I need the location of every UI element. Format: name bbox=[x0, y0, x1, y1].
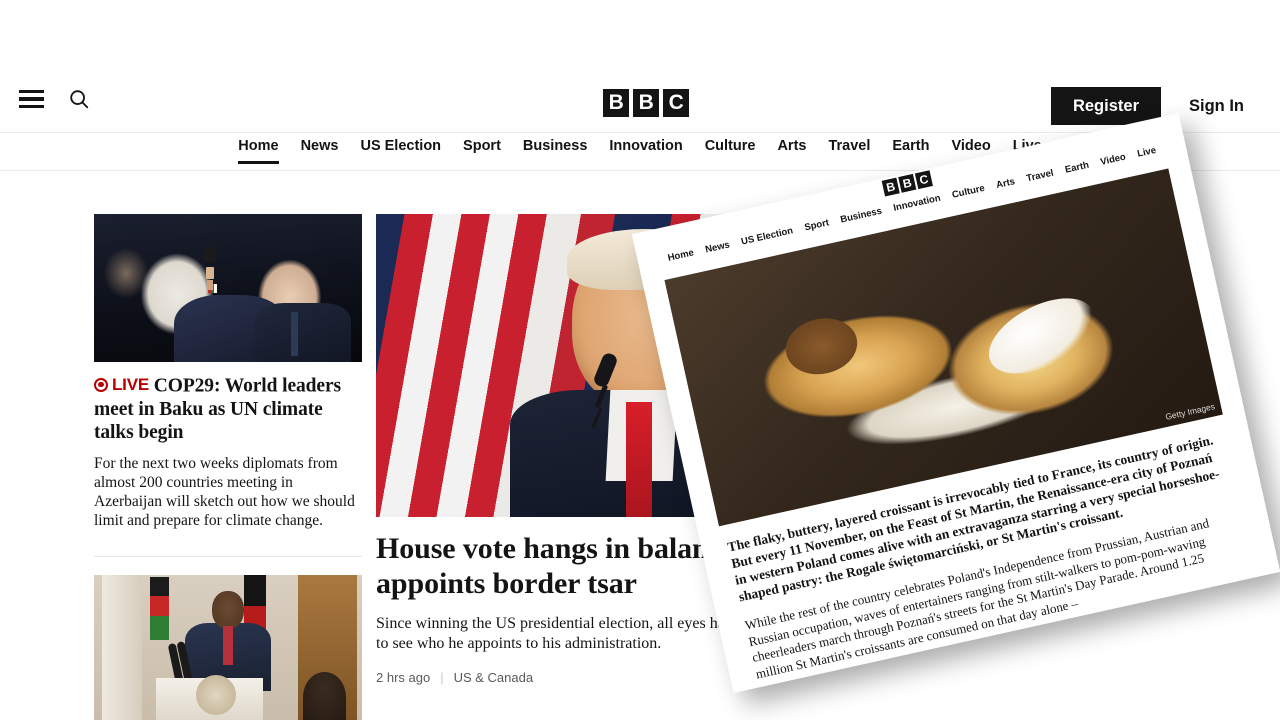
nav-item-arts[interactable]: Arts bbox=[766, 133, 817, 164]
cop29-headline[interactable]: LIVE COP29: World leaders meet in Baku a… bbox=[94, 373, 362, 444]
site-header: B B C Register Sign In bbox=[0, 0, 1280, 133]
overlay-logo-block-1: B bbox=[881, 177, 900, 197]
left-column: LIVE COP29: World leaders meet in Baku a… bbox=[94, 214, 362, 720]
overlay-nav-item-video[interactable]: Video bbox=[1094, 150, 1133, 169]
overlay-nav-item-news[interactable]: News bbox=[698, 238, 736, 257]
overlay-nav-item-travel[interactable]: Travel bbox=[1020, 166, 1061, 185]
figure-right-suit bbox=[254, 302, 352, 362]
bbc-logo[interactable]: B B C bbox=[603, 89, 689, 117]
bbc-homepage: B B C Register Sign In Home News US Elec… bbox=[0, 0, 1280, 720]
nav-item-business[interactable]: Business bbox=[512, 133, 598, 164]
overlay-nav-item-home[interactable]: Home bbox=[661, 246, 701, 265]
nav-list: Home News US Election Sport Business Inn… bbox=[227, 133, 1052, 164]
nav-item-travel[interactable]: Travel bbox=[817, 133, 881, 164]
kenya-thumbnail[interactable] bbox=[94, 574, 362, 720]
kenya-image bbox=[94, 574, 362, 720]
live-dot-icon bbox=[94, 377, 108, 392]
overlay-nav-item-innovation[interactable]: Innovation bbox=[887, 191, 948, 215]
nav-item-culture[interactable]: Culture bbox=[694, 133, 767, 164]
search-glyph bbox=[70, 90, 89, 109]
cop29-thumbnail[interactable] bbox=[94, 214, 362, 362]
state-seal bbox=[195, 675, 236, 716]
kenya-flag-left bbox=[150, 577, 170, 640]
speaker-head bbox=[211, 590, 245, 630]
live-badge-label: LIVE bbox=[112, 375, 149, 394]
logo-block-3: C bbox=[663, 89, 689, 117]
live-badge: LIVE bbox=[94, 373, 149, 396]
pillar-shape bbox=[102, 574, 143, 720]
nav-item-earth[interactable]: Earth bbox=[881, 133, 940, 164]
microphone-icon bbox=[592, 351, 619, 389]
logo-block-2: B bbox=[633, 89, 659, 117]
cop29-summary: For the next two weeks diplomats from al… bbox=[94, 454, 355, 529]
left-column-divider bbox=[94, 555, 362, 557]
overlay-logo-block-2: B bbox=[898, 173, 917, 193]
foreground-silhouette bbox=[303, 672, 346, 720]
story-card-kenya[interactable] bbox=[94, 574, 362, 720]
overlay-nav-item-arts[interactable]: Arts bbox=[989, 175, 1022, 192]
header-left-controls bbox=[18, 86, 92, 112]
nav-item-sport[interactable]: Sport bbox=[452, 133, 512, 164]
overlay-nav-item-earth[interactable]: Earth bbox=[1058, 158, 1096, 177]
overlay-nav-item-culture[interactable]: Culture bbox=[945, 182, 992, 203]
overlay-nav-item-sport[interactable]: Sport bbox=[798, 216, 836, 235]
nav-item-us-election[interactable]: US Election bbox=[349, 133, 452, 164]
overlay-nav-item-live[interactable]: Live bbox=[1130, 144, 1163, 161]
uae-flag-badge bbox=[207, 283, 220, 293]
trump-section-label[interactable]: US & Canada bbox=[454, 670, 534, 685]
overlay-nav-item-us-election[interactable]: US Election bbox=[734, 224, 800, 249]
search-icon[interactable] bbox=[66, 86, 92, 112]
overlay-nav-item-business[interactable]: Business bbox=[834, 204, 889, 226]
hamburger-glyph bbox=[18, 90, 44, 108]
cop29-image bbox=[94, 214, 362, 362]
nav-item-home[interactable]: Home bbox=[227, 133, 289, 164]
nav-item-news[interactable]: News bbox=[290, 133, 350, 164]
story-card-cop29[interactable]: LIVE COP29: World leaders meet in Baku a… bbox=[94, 214, 362, 530]
meta-separator: | bbox=[440, 670, 444, 685]
overlay-logo-block-3: C bbox=[914, 170, 933, 190]
logo-block-1: B bbox=[603, 89, 629, 117]
figure-right-tie bbox=[290, 311, 298, 357]
nav-item-innovation[interactable]: Innovation bbox=[598, 133, 693, 164]
hamburger-menu-icon[interactable] bbox=[18, 86, 44, 112]
trump-tie-shape bbox=[626, 401, 653, 517]
speaker-tie bbox=[222, 626, 234, 665]
trump-timestamp: 2 hrs ago bbox=[376, 670, 431, 685]
